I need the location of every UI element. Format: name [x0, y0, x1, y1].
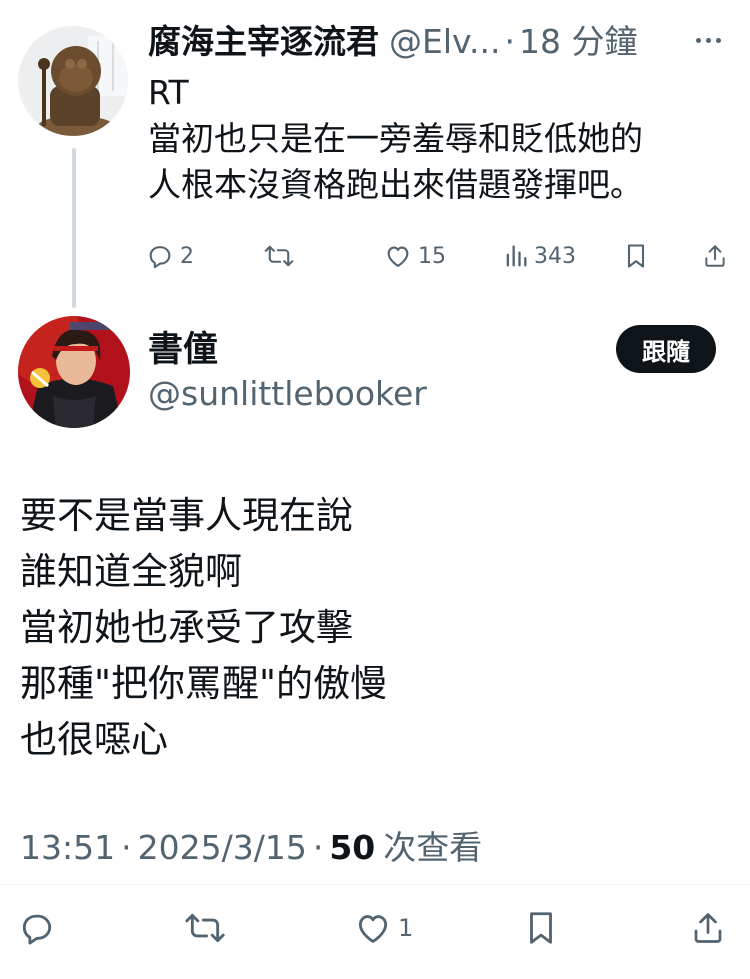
tweet-date[interactable]: 2025/3/15: [138, 826, 307, 870]
reply-text-line: 人根本沒資格跑出來借題發揮吧。: [148, 165, 643, 204]
main-text-line: 那種"把你罵醒"的傲慢: [20, 662, 388, 705]
main-text-line: 要不是當事人現在說: [20, 494, 353, 537]
reply-separator: ·: [504, 22, 515, 61]
reply-count: 2: [180, 243, 194, 269]
main-like-button[interactable]: 1: [354, 909, 413, 947]
main-text-line: 當初她也承受了攻擊: [20, 606, 353, 649]
reply-handle[interactable]: @Elv...: [389, 20, 500, 64]
reply-share-button[interactable]: [702, 242, 728, 270]
reply-reply-button[interactable]: 2: [146, 242, 194, 270]
reply-views-button[interactable]: 343: [504, 242, 576, 270]
views-label: 次查看: [383, 828, 483, 867]
follow-button[interactable]: 跟隨: [616, 325, 716, 373]
main-share-button[interactable]: [690, 909, 726, 947]
main-repost-button[interactable]: [184, 909, 226, 947]
reply-like-button[interactable]: 15: [384, 242, 446, 270]
views-count: 343: [534, 243, 576, 269]
reply-icon: [22, 914, 52, 945]
reply-action-bar: 2 15 343: [146, 240, 736, 272]
main-tweet-text: 要不是當事人現在說 誰知道全貌啊 當初她也承受了攻擊 那種"把你罵醒"的傲慢 也…: [20, 488, 387, 768]
main-text-line: 誰知道全貌啊: [20, 550, 242, 593]
reply-text: RT 當初也只是在一旁羞辱和貶低她的 人根本沒資格跑出來借題發揮吧。: [148, 70, 738, 208]
like-icon: [387, 246, 409, 267]
tweet-time[interactable]: 13:51: [20, 826, 115, 870]
thread-line: [72, 148, 76, 308]
main-author-avatar[interactable]: [18, 316, 130, 428]
tweet-meta: 13:51 · 2025/3/15 · 50 次查看: [20, 826, 482, 870]
bookmark-icon: [627, 244, 645, 268]
main-reply-button[interactable]: [18, 909, 56, 947]
main-text-line: 也很噁心: [20, 718, 168, 761]
bookmark-icon: [530, 912, 552, 944]
repost-icon: [264, 245, 294, 267]
like-count: 1: [398, 914, 414, 942]
reply-icon: [149, 246, 171, 269]
reply-text-line: RT: [148, 73, 189, 112]
reply-header: 腐海主宰逐流君 @Elv... · 18 分鐘: [148, 20, 637, 64]
like-count: 15: [418, 243, 446, 269]
main-handle[interactable]: @sunlittlebooker: [148, 372, 427, 416]
reply-text-line: 當初也只是在一旁羞辱和貶低她的: [148, 119, 643, 158]
share-icon: [705, 245, 725, 267]
share-icon: [694, 913, 722, 943]
views-count[interactable]: 50: [329, 826, 375, 870]
meta-separator: ·: [312, 828, 324, 867]
reply-author-avatar[interactable]: [18, 26, 128, 136]
meta-separator: ·: [121, 828, 132, 867]
reply-display-name[interactable]: 腐海主宰逐流君: [148, 20, 379, 64]
reply-timestamp[interactable]: 18 分鐘: [519, 20, 637, 64]
reply-bookmark-button[interactable]: [624, 242, 648, 270]
like-icon: [358, 915, 388, 943]
reply-repost-button[interactable]: [264, 242, 300, 270]
views-icon: [506, 245, 527, 267]
main-bookmark-button[interactable]: [524, 909, 558, 947]
main-action-bar: 1: [18, 908, 730, 948]
more-icon[interactable]: [696, 38, 721, 43]
repost-icon: [185, 913, 225, 943]
divider: [0, 884, 750, 885]
main-display-name[interactable]: 書僮: [148, 328, 218, 372]
